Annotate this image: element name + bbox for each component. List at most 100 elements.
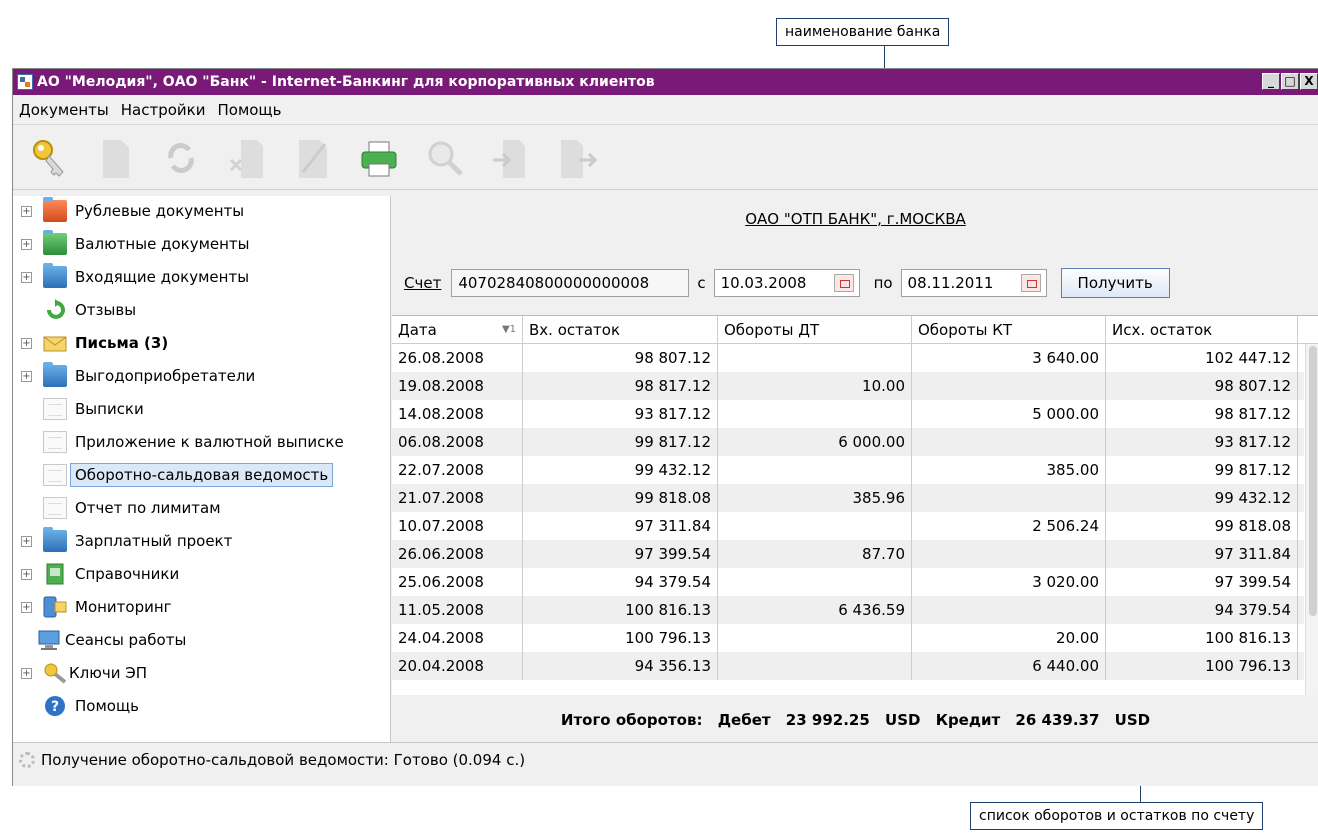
document-icon: [43, 431, 67, 453]
menu-settings[interactable]: Настройки: [121, 101, 206, 119]
sidebar-item-label: Справочники: [75, 565, 180, 583]
bank-name-link[interactable]: ОАО "ОТП БАНК", г.МОСКВА: [392, 210, 1318, 228]
table-row[interactable]: 14.08.2008 93 817.12 5 000.00 98 817.12: [392, 400, 1304, 428]
cell-credit-turnover: [912, 372, 1106, 400]
expand-icon[interactable]: +: [21, 535, 32, 547]
expand-icon[interactable]: +: [21, 271, 32, 283]
search-icon[interactable]: [425, 136, 465, 180]
cell-debit-turnover: [718, 400, 912, 428]
expand-icon[interactable]: +: [21, 337, 32, 349]
monitoring-icon: [43, 596, 67, 618]
column-header-date[interactable]: Дата ▼1: [392, 316, 523, 343]
table-row[interactable]: 11.05.2008 100 816.13 6 436.59 94 379.54: [392, 596, 1304, 624]
minimize-button[interactable]: _: [1262, 73, 1280, 90]
column-header-label: Дата: [398, 320, 437, 339]
callout-turnover-list: список оборотов и остатков по счету: [970, 802, 1264, 830]
menu-help[interactable]: Помощь: [217, 101, 281, 119]
folder-icon: [43, 527, 67, 552]
cell-debit-turnover: 6 436.59: [718, 596, 912, 624]
table-row[interactable]: 10.07.2008 97 311.84 2 506.24 99 818.08: [392, 512, 1304, 540]
menu-documents[interactable]: Документы: [19, 101, 109, 119]
refresh-icon[interactable]: [161, 136, 201, 180]
expand-icon[interactable]: +: [21, 238, 32, 250]
table-row[interactable]: 20.04.2008 94 356.13 6 440.00 100 796.13: [392, 652, 1304, 680]
table-header: Дата ▼1 Вх. остаток Обороты ДТ Обороты К…: [392, 316, 1318, 344]
cell-credit-turnover: [912, 540, 1106, 568]
svg-text:?: ?: [51, 699, 59, 715]
expand-icon[interactable]: +: [21, 667, 32, 679]
sidebar-item-label: Сеансы работы: [65, 631, 187, 649]
cell-credit-turnover: 3 020.00: [912, 568, 1106, 596]
navigation-tree: + Рублевые документы + Валютные документ…: [13, 196, 391, 742]
cell-date: 21.07.2008: [392, 484, 523, 512]
table-row[interactable]: 24.04.2008 100 796.13 20.00 100 816.13: [392, 624, 1304, 652]
cell-credit-turnover: 20.00: [912, 624, 1106, 652]
printer-icon[interactable]: [359, 136, 399, 180]
cell-closing-balance: 97 311.84: [1106, 540, 1298, 568]
table-row[interactable]: 21.07.2008 99 818.08 385.96 99 432.12: [392, 484, 1304, 512]
close-button[interactable]: X: [1300, 73, 1318, 90]
sidebar-item-label: Рублевые документы: [75, 202, 245, 220]
cell-closing-balance: 99 817.12: [1106, 456, 1298, 484]
expand-icon[interactable]: +: [21, 205, 32, 217]
document-icon: [43, 398, 67, 420]
cell-opening-balance: 94 356.13: [523, 652, 718, 680]
recall-icon: [43, 299, 67, 321]
column-header-label: Вх. остаток: [529, 320, 621, 339]
table-row[interactable]: 19.08.2008 98 817.12 10.00 98 807.12: [392, 372, 1304, 400]
cell-opening-balance: 99 432.12: [523, 456, 718, 484]
loading-spinner-icon: [19, 751, 35, 768]
account-field[interactable]: 40702840800000000008: [451, 269, 690, 297]
cell-debit-turnover: 10.00: [718, 372, 912, 400]
callout-bank-name-text: наименование банка: [785, 24, 941, 40]
import-icon[interactable]: [491, 136, 531, 180]
date-from-field[interactable]: 10.03.2008: [713, 269, 860, 297]
column-header-closing-balance[interactable]: Исх. остаток: [1106, 316, 1298, 343]
window-controls: _ □ X: [1262, 73, 1318, 90]
window-title: АО "Мелодия", ОАО "Банк" - Internet-Банк…: [37, 74, 655, 90]
computer-icon: [37, 629, 61, 651]
title-bar[interactable]: АО "Мелодия", ОАО "Банк" - Internet-Банк…: [13, 69, 1318, 95]
table-row[interactable]: 26.08.2008 98 807.12 3 640.00 102 447.12: [392, 344, 1304, 372]
column-header-debit-turnover[interactable]: Обороты ДТ: [718, 316, 912, 343]
sidebar-item-label: Валютные документы: [75, 235, 250, 253]
cell-debit-turnover: 6 000.00: [718, 428, 912, 456]
calendar-icon[interactable]: [1020, 274, 1041, 292]
table-row[interactable]: 26.06.2008 97 399.54 87.70 97 311.84: [392, 540, 1304, 568]
cell-closing-balance: 100 816.13: [1106, 624, 1298, 652]
table-row[interactable]: 22.07.2008 99 432.12 385.00 99 817.12: [392, 456, 1304, 484]
folder-icon: [43, 362, 67, 387]
key-icon[interactable]: [29, 136, 69, 180]
expand-icon[interactable]: +: [21, 601, 32, 613]
cell-date: 25.06.2008: [392, 568, 523, 596]
scrollbar-thumb[interactable]: [1309, 346, 1317, 616]
calendar-icon[interactable]: [833, 274, 854, 292]
credit-value: 26 439.37: [1015, 711, 1100, 729]
expand-icon[interactable]: +: [21, 568, 32, 580]
new-document-icon[interactable]: [95, 136, 135, 180]
column-header-label: Обороты КТ: [918, 320, 1013, 339]
callout-bank-name: наименование банка: [776, 18, 950, 46]
cell-date: 22.07.2008: [392, 456, 523, 484]
account-label[interactable]: Счет: [404, 274, 441, 292]
maximize-button[interactable]: □: [1281, 73, 1299, 90]
column-header-credit-turnover[interactable]: Обороты КТ: [912, 316, 1106, 343]
sign-icon[interactable]: [293, 136, 333, 180]
cell-credit-turnover: 6 440.00: [912, 652, 1106, 680]
table-row[interactable]: 06.08.2008 99 817.12 6 000.00 93 817.12: [392, 428, 1304, 456]
app-window: АО "Мелодия", ОАО "Банк" - Internet-Банк…: [12, 68, 1318, 786]
sidebar-item-label: Письма (3): [75, 334, 169, 352]
get-button[interactable]: Получить: [1060, 268, 1170, 298]
date-to-field[interactable]: 08.11.2011: [900, 269, 1047, 297]
cell-opening-balance: 93 817.12: [523, 400, 718, 428]
column-header-opening-balance[interactable]: Вх. остаток: [523, 316, 718, 343]
delete-icon[interactable]: [227, 136, 267, 180]
table-row[interactable]: 25.06.2008 94 379.54 3 020.00 97 399.54: [392, 568, 1304, 596]
credit-currency: USD: [1114, 711, 1151, 729]
expand-icon[interactable]: +: [21, 370, 32, 382]
mail-icon: [43, 332, 67, 354]
vertical-scrollbar[interactable]: [1305, 344, 1318, 695]
toolbar: [13, 126, 1318, 190]
export-icon[interactable]: [557, 136, 598, 180]
cell-closing-balance: 102 447.12: [1106, 344, 1298, 372]
